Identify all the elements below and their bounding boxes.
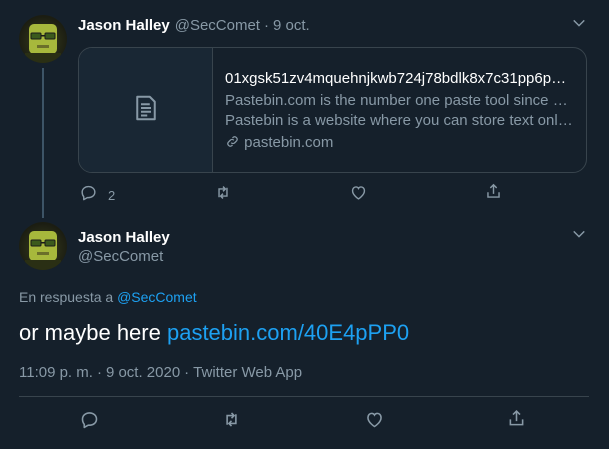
tweet-date[interactable]: 9 oct. [273, 17, 310, 34]
avatar[interactable] [19, 222, 67, 270]
reply-button[interactable]: 2 [79, 183, 115, 207]
reply-handle-link[interactable]: @SecComet [117, 289, 197, 305]
tweet-header: Jason Halley @SecComet · 9 oct. [78, 17, 310, 34]
card-thumbnail [79, 48, 213, 172]
reply-button[interactable] [79, 409, 100, 435]
reply-icon [79, 183, 98, 207]
card-domain: pastebin.com [225, 134, 574, 153]
thread-line [42, 68, 44, 218]
share-button[interactable] [506, 408, 527, 434]
like-button[interactable] [364, 409, 385, 435]
share-icon [484, 182, 503, 206]
like-button[interactable] [349, 183, 368, 207]
avatar[interactable] [19, 15, 67, 63]
tweet-text: or maybe here pastebin.com/40E4pPP0 [19, 320, 409, 346]
retweet-icon [213, 183, 233, 207]
tweet-link[interactable]: pastebin.com/40E4pPP0 [167, 320, 409, 345]
document-icon [131, 93, 161, 128]
separator: · [263, 17, 269, 34]
heart-icon [364, 409, 385, 435]
share-button[interactable] [484, 182, 503, 206]
card-title: 01xgsk51zv4mquehnjkwb724j78bdlk8x7c31pp6… [225, 70, 574, 87]
card-domain-text: pastebin.com [244, 134, 334, 151]
tweet-meta: 11:09 p. m. · 9 oct. 2020 · Twitter Web … [19, 364, 302, 381]
share-icon [506, 408, 527, 434]
link-icon [225, 134, 240, 153]
chevron-down-icon[interactable] [570, 14, 588, 37]
heart-icon [349, 183, 368, 207]
author-handle[interactable]: @SecComet [78, 248, 163, 265]
tweet-date[interactable]: 9 oct. 2020 [106, 364, 180, 381]
divider [19, 396, 589, 397]
card-description-line1: Pastebin.com is the number one paste too… [225, 92, 574, 109]
card-body: 01xgsk51zv4mquehnjkwb724j78bdlk8x7c31pp6… [213, 48, 586, 172]
author-handle[interactable]: @SecComet [175, 17, 260, 34]
author-name[interactable]: Jason Halley [78, 17, 170, 34]
reply-icon [79, 409, 100, 435]
card-description-line2: Pastebin is a website where you can stor… [225, 112, 574, 129]
reply-prefix: En respuesta a [19, 289, 114, 305]
separator: · [96, 364, 102, 381]
tweet-client[interactable]: Twitter Web App [193, 364, 302, 381]
retweet-button[interactable] [213, 183, 233, 207]
card-description: Pastebin.com is the number one paste too… [225, 91, 574, 131]
reply-context: En respuesta a @SecComet [19, 289, 197, 305]
separator: · [184, 364, 190, 381]
author-name[interactable]: Jason Halley [78, 229, 170, 246]
tweet-time[interactable]: 11:09 p. m. [19, 364, 93, 381]
retweet-icon [220, 409, 243, 435]
tweet-text-plain: or maybe here [19, 320, 167, 345]
reply-count: 2 [108, 187, 116, 203]
link-card[interactable]: 01xgsk51zv4mquehnjkwb724j78bdlk8x7c31pp6… [78, 47, 587, 173]
retweet-button[interactable] [220, 409, 243, 435]
chevron-down-icon[interactable] [570, 225, 588, 248]
